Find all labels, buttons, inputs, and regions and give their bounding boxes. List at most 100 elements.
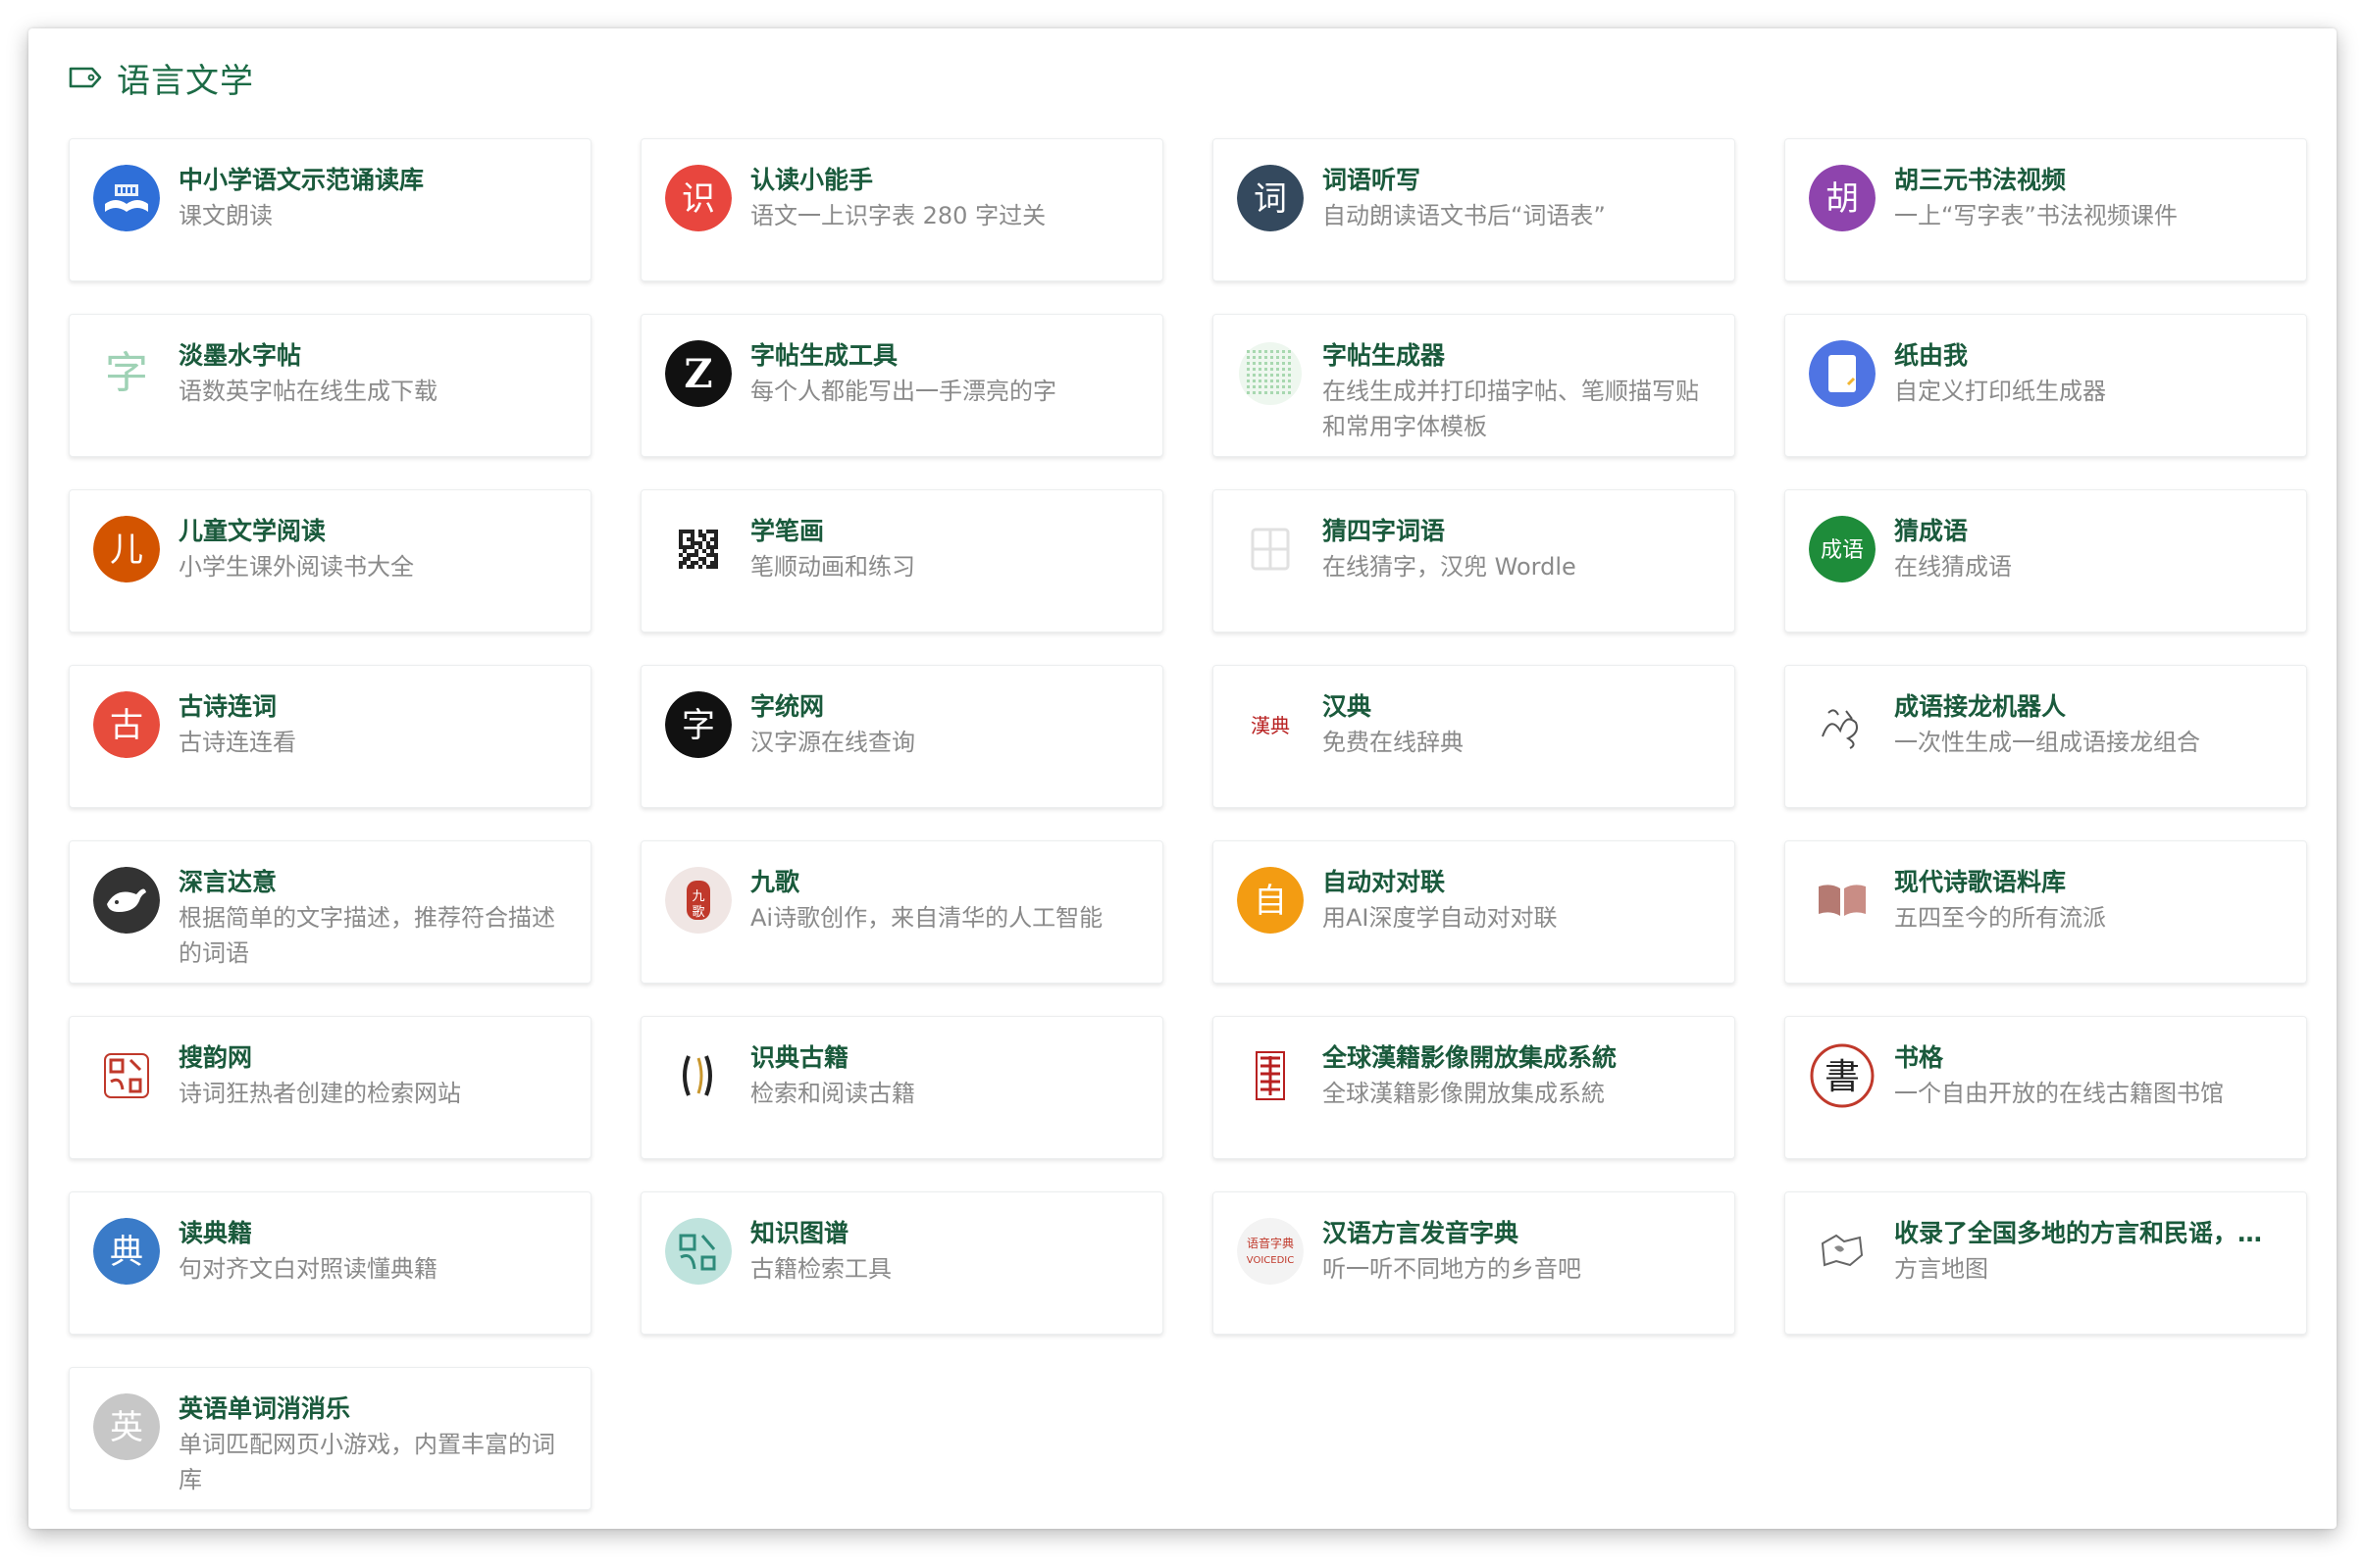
link-card[interactable]: 字 字统网 汉字源在线查询	[641, 665, 1163, 808]
card-title: 成语接龙机器人	[1894, 692, 2067, 721]
svg-text:成语: 成语	[1821, 538, 1864, 563]
dian-char-icon: 典	[93, 1218, 160, 1285]
link-card[interactable]: 儿 儿童文学阅读 小学生课外阅读书大全	[69, 489, 591, 632]
qr-code-icon	[665, 516, 732, 582]
svg-text:识: 识	[682, 179, 715, 219]
card-title: 英语单词消消乐	[179, 1394, 351, 1423]
link-card[interactable]: 成语接龙机器人一次性生成一组成语接龙组合	[1784, 665, 2307, 808]
card-title: 猜四字词语	[1322, 517, 1446, 545]
card-description: 课文朗读	[179, 202, 273, 229]
card-title: 收录了全国多地的方言和民谣，也可以查看全国方言地图	[1894, 1219, 2283, 1247]
link-card[interactable]: 書 书格 一个自由开放的在线古籍图书馆	[1784, 1016, 2307, 1159]
card-description: 检索和阅读古籍	[750, 1080, 915, 1107]
link-card[interactable]: 典 读典籍句对齐文白对照读懂典籍	[69, 1191, 591, 1335]
card-description: 在线猜字，汉兜 Wordle	[1322, 553, 1576, 581]
ci-char-icon: 词	[1237, 165, 1304, 231]
link-card[interactable]: 识典古籍 检索和阅读古籍	[641, 1016, 1163, 1159]
card-title: 纸由我	[1894, 341, 1969, 370]
link-card[interactable]: 九 歌九歌 Ai诗歌创作，来自清华的人工智能	[641, 840, 1163, 984]
card-description: 一次性生成一组成语接龙组合	[1894, 729, 2200, 756]
shi-char-icon: 识	[665, 165, 732, 231]
card-description: 句对齐文白对照读懂典籍	[179, 1255, 437, 1283]
link-card[interactable]: Z 字帖生成工具每个人都能写出一手漂亮的字	[641, 314, 1163, 457]
link-card[interactable]: 知识图谱 古籍检索工具	[641, 1191, 1163, 1335]
link-card[interactable]: 成语 猜成语在线猜成语	[1784, 489, 2307, 632]
paper-icon	[1809, 340, 1876, 407]
link-card[interactable]: 字 淡墨水字帖 语数英字帖在线生成下载	[69, 314, 591, 457]
grid-dots-icon	[1237, 340, 1304, 407]
card-description: 用AI深度学自动对对联	[1322, 904, 1558, 932]
svg-text:Z: Z	[684, 351, 712, 397]
card-title: 猜成语	[1894, 517, 1969, 545]
shu-circle-icon: 書	[1809, 1042, 1876, 1109]
card-description: 免费在线辞典	[1322, 729, 1464, 756]
link-card[interactable]: 收录了全国多地的方言和民谣，也可以查看全国方言地图方言地图	[1784, 1191, 2307, 1335]
link-card[interactable]: 纸由我 自定义打印纸生成器	[1784, 314, 2307, 457]
link-card[interactable]: 漢典 汉典免费在线辞典	[1212, 665, 1735, 808]
card-description: 听一听不同地方的乡音吧	[1322, 1255, 1581, 1283]
jiuge-seal-icon: 九 歌	[665, 867, 732, 934]
card-description: 古诗连连看	[179, 729, 296, 756]
card-title: 字统网	[750, 692, 825, 721]
app-window: 语言文学 中小学语文示范诵读库 课文朗读 识 认读小能手 语文一上识字表 280 字过关…	[28, 28, 2337, 1529]
card-description: 方言地图	[1894, 1255, 1988, 1283]
link-card[interactable]: 英 英语单词消消乐 单词匹配网页小游戏，内置丰富的词库	[69, 1367, 591, 1510]
link-card-grid: 中小学语文示范诵读库 课文朗读 识 认读小能手 语文一上识字表 280 字过关 词 词语听写…	[69, 138, 2307, 1510]
svg-text:词: 词	[1254, 179, 1287, 219]
card-description: 诗词狂热者创建的检索网站	[179, 1080, 461, 1107]
svg-text:字: 字	[682, 706, 715, 745]
red-seal-icon	[1237, 1042, 1304, 1109]
link-card[interactable]: 全球漢籍影像開放集成系統 全球漢籍影像開放集成系統	[1212, 1016, 1735, 1159]
tag-icon	[69, 67, 102, 88]
svg-text:九: 九	[692, 889, 704, 904]
svg-text:VOICEDIC: VOICEDIC	[1247, 1255, 1294, 1266]
card-title: 学笔画	[750, 517, 825, 545]
section-header: 语言文学	[68, 48, 254, 107]
card-title: 自动对对联	[1322, 868, 1446, 896]
card-title: 全球漢籍影像開放集成系統	[1322, 1043, 1618, 1072]
er-char-icon: 儿	[93, 516, 160, 582]
link-card[interactable]: 词 词语听写 自动朗读语文书后“词语表”	[1212, 138, 1735, 281]
card-description: 一个自由开放的在线古籍图书馆	[1894, 1080, 2224, 1107]
card-title: 汉典	[1322, 692, 1372, 721]
svg-text:语音字典: 语音字典	[1247, 1236, 1294, 1250]
svg-text:英: 英	[110, 1408, 143, 1447]
card-description: 在线猜成语	[1894, 553, 2012, 581]
link-card[interactable]: 胡 胡三元书法视频 一上“写字表”书法视频课件	[1784, 138, 2307, 281]
card-title: 搜韵网	[179, 1043, 253, 1072]
card-description: 每个人都能写出一手漂亮的字	[750, 378, 1056, 405]
card-description: 笔顺动画和练习	[750, 553, 915, 581]
card-title: 胡三元书法视频	[1894, 166, 2067, 194]
section-title: 语言文学	[117, 61, 254, 101]
svg-text:儿: 儿	[110, 531, 143, 570]
four-grid-icon	[1237, 516, 1304, 582]
link-card[interactable]: 语音字典 VOICEDIC 汉语方言发音字典 听一听不同地方的乡音吧	[1212, 1191, 1735, 1335]
svg-text:漢典: 漢典	[1251, 714, 1290, 737]
brackets-icon	[665, 1042, 732, 1109]
link-card[interactable]: 识 认读小能手 语文一上识字表 280 字过关	[641, 138, 1163, 281]
svg-text:歌: 歌	[692, 905, 704, 920]
link-card[interactable]: 搜韵网诗词狂热者创建的检索网站	[69, 1016, 591, 1159]
link-card[interactable]: 字帖生成器 在线生成并打印描字帖、笔顺描写贴和常用字体模板	[1212, 314, 1735, 457]
voicedic-icon: 语音字典 VOICEDIC	[1237, 1218, 1304, 1285]
svg-text:胡: 胡	[1825, 179, 1859, 219]
card-title: 读典籍	[179, 1219, 253, 1247]
link-card[interactable]: 深言达意 根据简单的文字描述，推荐符合描述的词语	[69, 840, 591, 984]
link-card[interactable]: 学笔画笔顺动画和练习	[641, 489, 1163, 632]
card-title: 淡墨水字帖	[179, 341, 302, 370]
zi-black-icon: 字	[665, 691, 732, 758]
link-card[interactable]: 古 古诗连词 古诗连连看	[69, 665, 591, 808]
card-description: 在线生成并打印描字帖、笔顺描写贴和常用字体模板	[1322, 378, 1699, 440]
hu-char-icon: 胡	[1809, 165, 1876, 231]
card-title: 九歌	[750, 868, 800, 896]
svg-text:書: 書	[1825, 1057, 1860, 1097]
link-card[interactable]: 自 自动对对联 用AI深度学自动对对联	[1212, 840, 1735, 984]
link-card[interactable]: 现代诗歌语料库 五四至今的所有流派	[1784, 840, 2307, 984]
link-card[interactable]: 中小学语文示范诵读库 课文朗读	[69, 138, 591, 281]
link-card[interactable]: 猜四字词语在线猜字，汉兜 Wordle	[1212, 489, 1735, 632]
card-description: Ai诗歌创作，来自清华的人工智能	[750, 904, 1104, 932]
card-title: 词语听写	[1322, 166, 1421, 194]
svg-text:古: 古	[110, 706, 143, 745]
card-title: 字帖生成工具	[750, 341, 899, 370]
card-description: 五四至今的所有流派	[1894, 904, 2106, 932]
